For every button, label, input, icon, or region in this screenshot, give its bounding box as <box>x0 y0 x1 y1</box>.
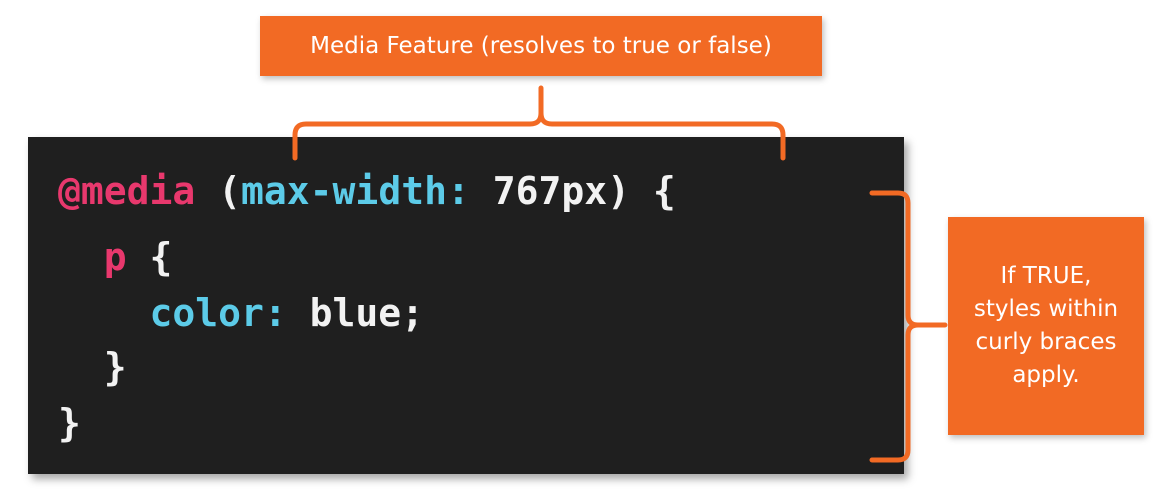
top-bracket <box>292 85 786 161</box>
side-bracket <box>869 190 948 463</box>
bracket-connectors <box>292 85 948 463</box>
